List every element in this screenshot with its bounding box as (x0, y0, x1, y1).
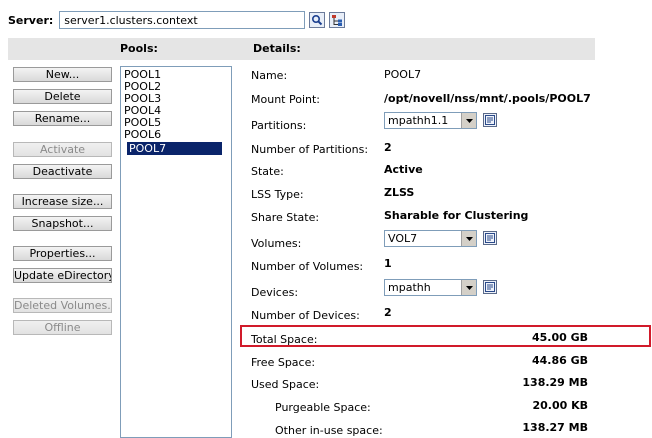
column-header-row: Pools: Details: (8, 38, 595, 60)
search-icon (312, 14, 323, 26)
update-edirectory-button[interactable]: Update eDirectory (13, 268, 112, 283)
chevron-down-icon[interactable] (461, 113, 476, 128)
free-space-value: 44.86 GB (531, 354, 588, 367)
devices-label: Devices: (251, 286, 299, 299)
volumes-select[interactable]: VOL7 (384, 230, 477, 247)
num-volumes-value: 1 (384, 257, 392, 270)
devices-select[interactable]: mpathh (384, 279, 477, 296)
delete-pool-button[interactable]: Delete (13, 89, 112, 104)
server-bar: Server: (8, 11, 346, 29)
pool-list[interactable]: POOL1 POOL2 POOL3 POOL4 POOL5 POOL6 POOL… (120, 66, 232, 438)
deleted-volumes-button[interactable]: Deleted Volumes... (13, 298, 112, 313)
properties-button[interactable]: Properties... (13, 246, 112, 261)
server-label: Server: (8, 13, 54, 27)
lss-type-label: LSS Type: (251, 188, 304, 201)
share-state-value: Sharable for Clustering (384, 209, 529, 222)
used-space-value: 138.29 MB (522, 376, 588, 389)
total-space-value: 45.00 GB (531, 331, 588, 344)
deactivate-pool-button[interactable]: Deactivate (13, 164, 112, 179)
other-inuse-space-label: Other in-use space: (275, 424, 383, 437)
used-space-label: Used Space: (251, 378, 320, 391)
volumes-select-value: VOL7 (388, 232, 418, 245)
num-devices-value: 2 (384, 306, 392, 319)
rename-pool-button[interactable]: Rename... (13, 111, 112, 126)
share-state-label: Share State: (251, 211, 320, 224)
num-volumes-label: Number of Volumes: (251, 260, 364, 273)
details-header: Details: (253, 42, 301, 55)
pool-list-item[interactable]: POOL6 (123, 129, 231, 141)
free-space-label: Free Space: (251, 356, 316, 369)
activate-pool-button[interactable]: Activate (13, 142, 112, 157)
name-value: POOL7 (384, 68, 422, 81)
offline-button[interactable]: Offline (13, 320, 112, 335)
partitions-select[interactable]: mpathh1.1 (384, 112, 477, 129)
state-value: Active (384, 163, 423, 176)
chevron-down-icon[interactable] (461, 280, 476, 295)
mount-point-value: /opt/novell/nss/mnt/.pools/POOL7 (384, 92, 591, 105)
num-devices-label: Number of Devices: (251, 309, 360, 322)
other-inuse-space-value: 138.27 MB (522, 421, 588, 434)
total-space-label: Total Space: (251, 333, 318, 346)
num-partitions-value: 2 (384, 141, 392, 154)
new-pool-button[interactable]: New... (13, 67, 112, 82)
lss-type-value: ZLSS (384, 186, 415, 199)
partitions-select-value: mpathh1.1 (388, 114, 449, 127)
server-browse-button[interactable] (329, 12, 346, 28)
server-search-button[interactable] (309, 12, 326, 28)
devices-details-icon[interactable] (483, 280, 497, 294)
devices-select-value: mpathh (388, 281, 431, 294)
server-input[interactable] (59, 11, 306, 29)
tree-browse-icon (332, 15, 343, 26)
volumes-details-icon[interactable] (483, 231, 497, 245)
pools-header: Pools: (120, 42, 158, 55)
name-label: Name: (251, 69, 288, 82)
increase-size-button[interactable]: Increase size... (13, 194, 112, 209)
num-partitions-label: Number of Partitions: (251, 143, 369, 156)
pool-list-item-selected[interactable]: POOL7 (127, 142, 222, 155)
snapshot-button[interactable]: Snapshot... (13, 216, 112, 231)
state-label: State: (251, 165, 284, 178)
purgeable-space-label: Purgeable Space: (275, 401, 371, 414)
chevron-down-icon[interactable] (461, 231, 476, 246)
partitions-label: Partitions: (251, 119, 307, 132)
volumes-label: Volumes: (251, 237, 302, 250)
mount-point-label: Mount Point: (251, 93, 320, 106)
purgeable-space-value: 20.00 KB (532, 399, 588, 412)
partitions-details-icon[interactable] (483, 113, 497, 127)
